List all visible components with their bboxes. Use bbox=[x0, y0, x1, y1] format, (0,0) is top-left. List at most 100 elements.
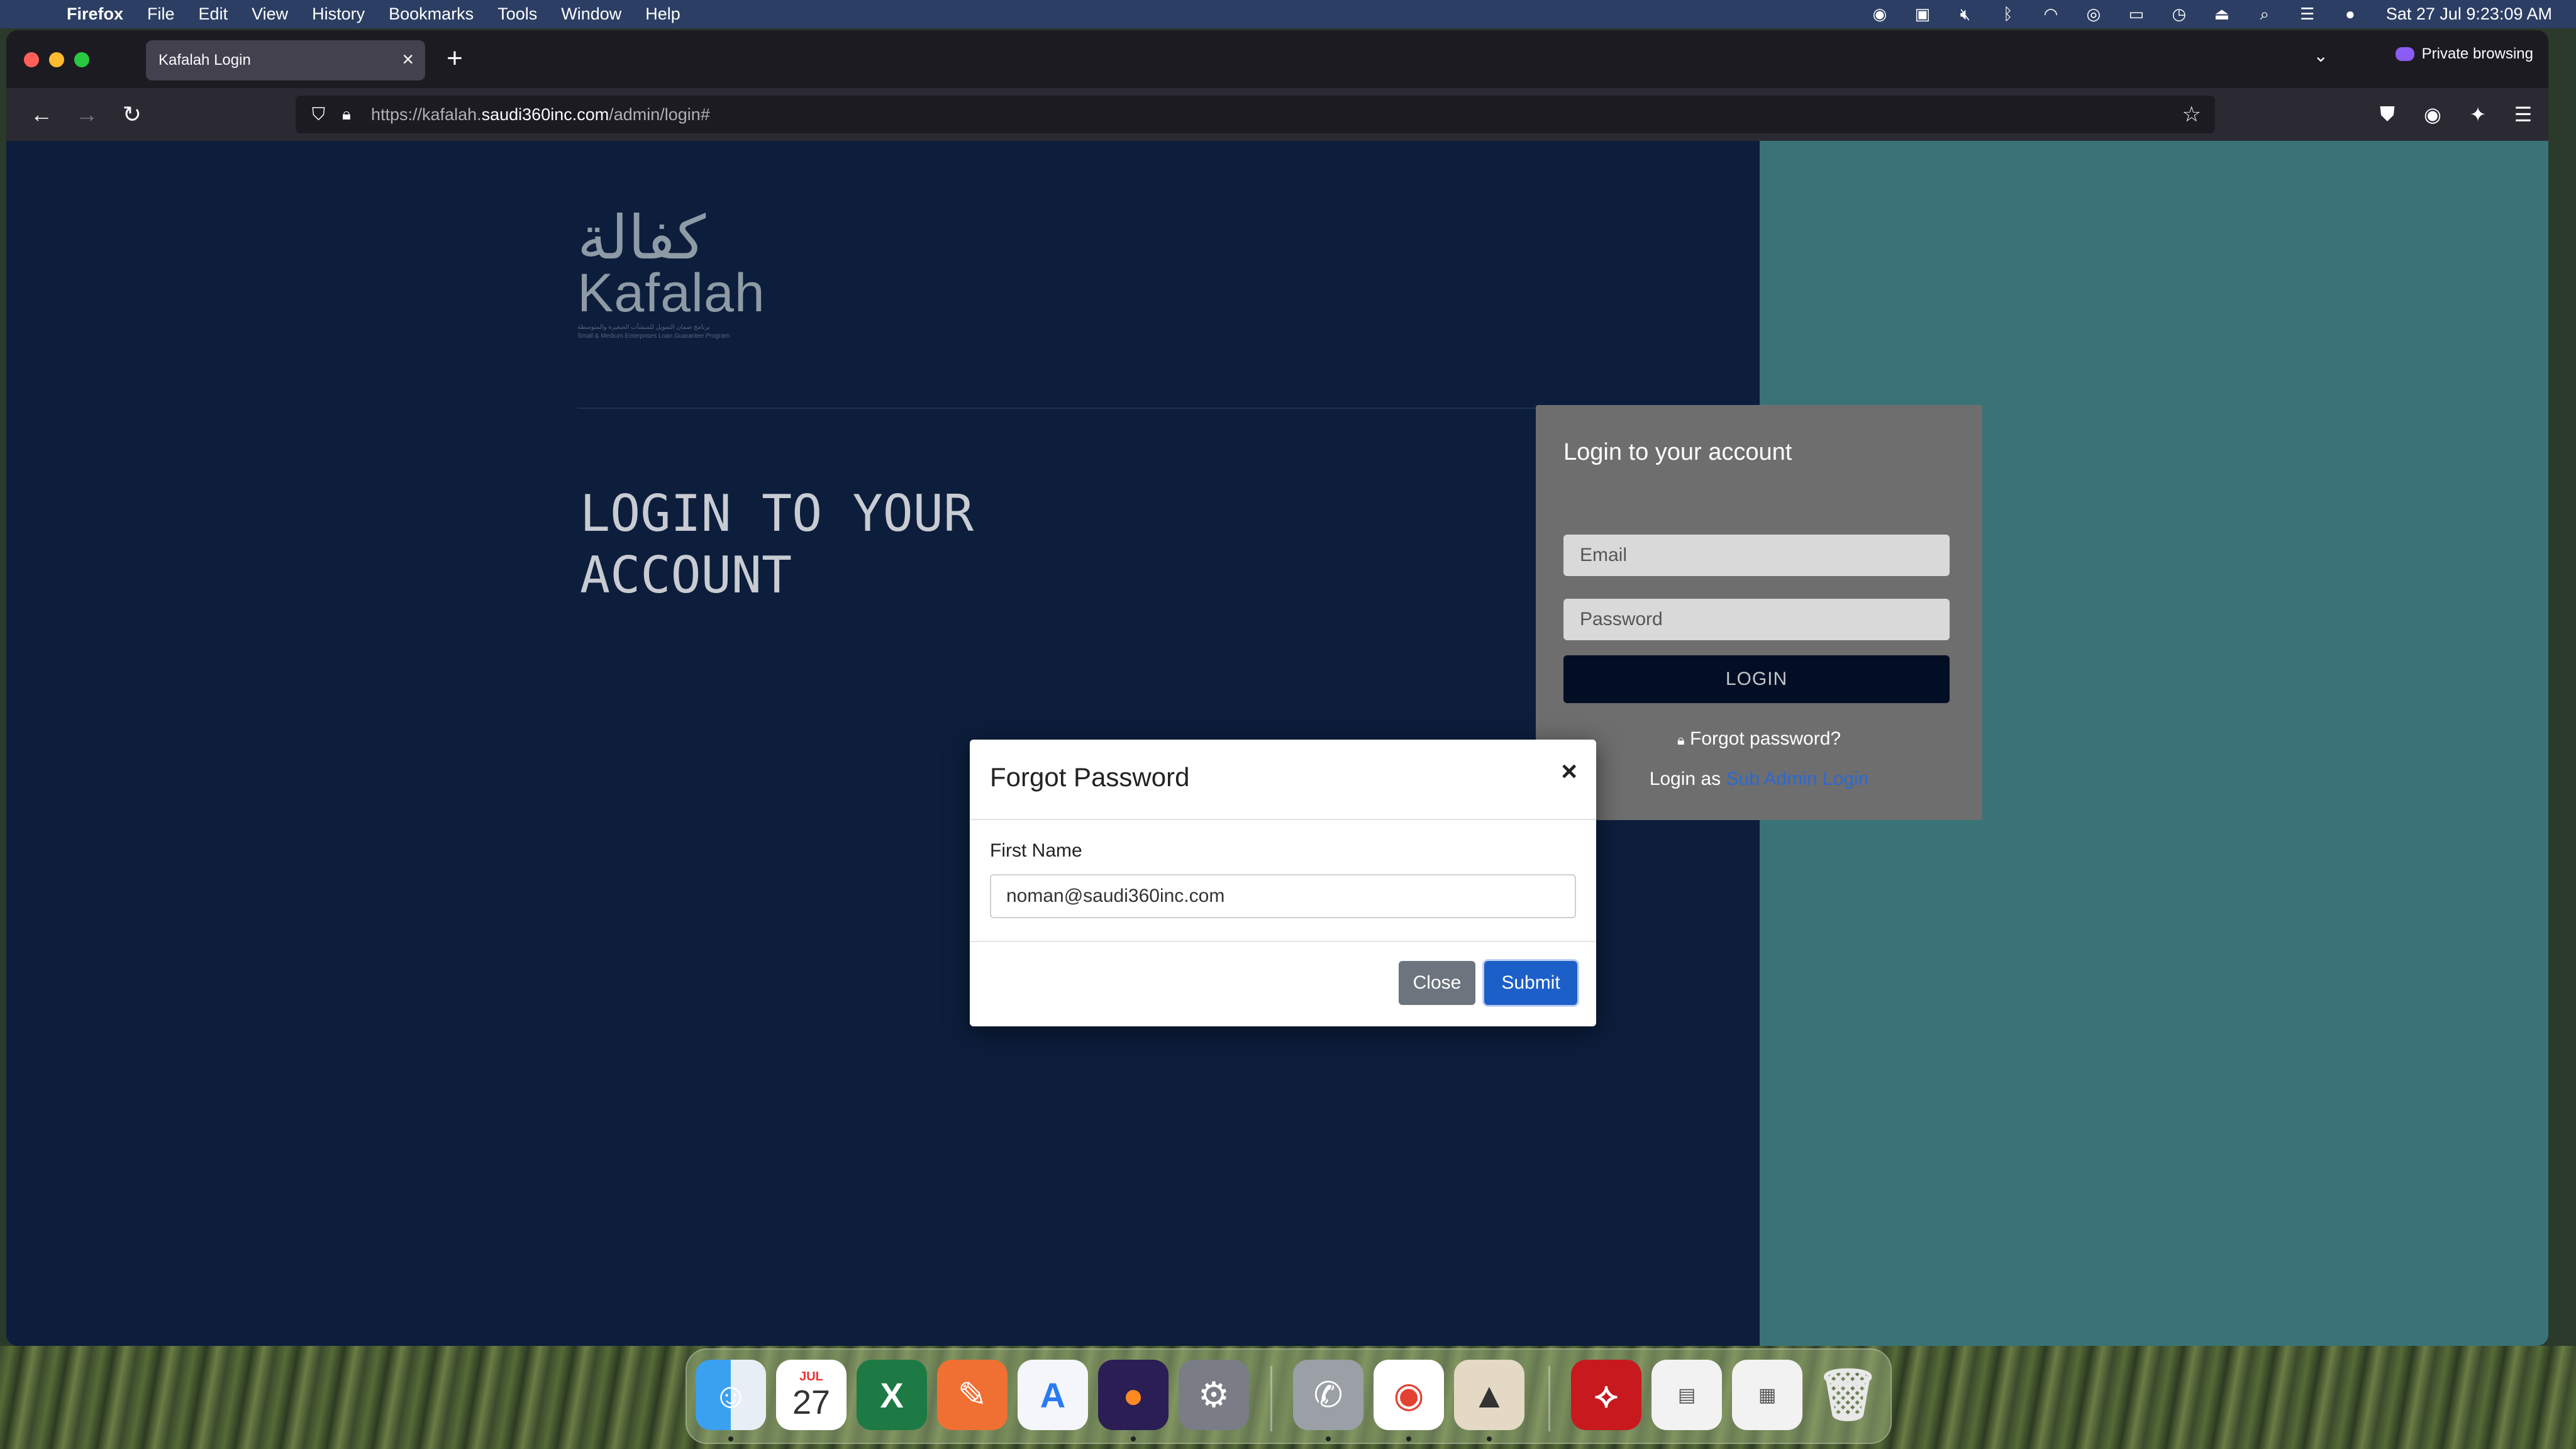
tab-bar: Kafalah Login × + ⌄ Private browsing bbox=[6, 30, 2548, 88]
forgot-password-label: Forgot password? bbox=[1689, 728, 1841, 749]
screen-recording-icon[interactable]: ◉ bbox=[1869, 4, 1890, 24]
kafalah-logo: كفالة Kafalah برنامج ضمان التمويل للمنشآ… bbox=[577, 206, 785, 357]
macos-dock: ☺ JUL 27 X ✎ A ● ⚙ ✆ ◉ ▲ ⟡ ▤ ▦ 🗑︎ bbox=[686, 1348, 1892, 1444]
firefox-icon[interactable]: ● bbox=[1098, 1360, 1169, 1430]
sub-admin-login-link[interactable]: Sub Admin Login bbox=[1726, 769, 1868, 789]
acrobat-icon[interactable]: ⟡ bbox=[1571, 1360, 1641, 1430]
menubar-clock[interactable]: Sat 27 Jul 9:23:09 AM bbox=[2386, 4, 2552, 24]
tab-title: Kafalah Login bbox=[158, 52, 251, 69]
display-icon[interactable]: ▭ bbox=[2126, 4, 2147, 24]
zoom-window-button[interactable] bbox=[74, 52, 89, 67]
modal-footer-divider bbox=[970, 941, 1596, 942]
calendar-month: JUL bbox=[799, 1369, 823, 1384]
menu-file[interactable]: File bbox=[147, 4, 175, 24]
menu-tools[interactable]: Tools bbox=[497, 4, 537, 24]
tab-kafalah-login[interactable]: Kafalah Login × bbox=[146, 40, 425, 80]
private-browsing-label: Private browsing bbox=[2421, 45, 2533, 62]
private-mask-icon bbox=[2395, 47, 2414, 61]
list-all-tabs-chevron-icon[interactable]: ⌄ bbox=[2314, 45, 2328, 66]
calendar-icon[interactable]: JUL 27 bbox=[776, 1360, 847, 1430]
chrome-icon[interactable]: ◉ bbox=[1374, 1360, 1444, 1430]
menu-edit[interactable]: Edit bbox=[199, 4, 228, 24]
new-tab-button[interactable]: + bbox=[439, 43, 470, 74]
hero-heading: LOGIN TO YOUR ACCOUNT bbox=[580, 483, 1146, 606]
calendar-day: 27 bbox=[792, 1383, 831, 1421]
logo-arabic-text: كفالة bbox=[577, 203, 706, 273]
browser-window: Kafalah Login × + ⌄ Private browsing ← →… bbox=[6, 30, 2548, 1346]
menu-help[interactable]: Help bbox=[645, 4, 680, 24]
logo-latin-text: Kafalah bbox=[577, 263, 765, 323]
back-arrow-icon[interactable]: ← bbox=[26, 99, 57, 130]
close-window-button[interactable] bbox=[24, 52, 39, 67]
forgot-password-link[interactable]: 🔒︎ Forgot password? bbox=[1536, 728, 1982, 750]
pages-icon[interactable]: ✎ bbox=[937, 1360, 1008, 1430]
forward-arrow-icon[interactable]: → bbox=[72, 99, 102, 130]
bluetooth-icon[interactable]: ᛒ bbox=[1997, 4, 2019, 24]
macos-menu-bar: Firefox File Edit View History Bookmarks… bbox=[0, 0, 2576, 28]
login-button[interactable]: LOGIN bbox=[1563, 655, 1950, 703]
tracking-protection-shield-icon[interactable]: ⛉ bbox=[312, 104, 331, 125]
forgot-password-modal: Forgot Password × First Name noman@saudi… bbox=[970, 740, 1596, 1026]
lock-small-icon: 🔒︎ bbox=[1677, 732, 1685, 748]
menubar-status-area: ◉ ▣ 🔇︎ ᛒ ◠ ◎ ▭ ◷ ⏏ ⌕ ☰ ● Sat 27 Jul 9:23… bbox=[1848, 0, 2552, 28]
menu-view[interactable]: View bbox=[252, 4, 288, 24]
app-running-dot bbox=[1487, 1436, 1492, 1441]
first-name-input[interactable]: noman@saudi360inc.com bbox=[990, 874, 1576, 918]
close-tab-icon[interactable]: × bbox=[402, 48, 414, 71]
time-machine-icon[interactable]: ◷ bbox=[2168, 4, 2190, 24]
document-thumbnail-icon[interactable]: ▤ bbox=[1652, 1360, 1722, 1430]
menu-bookmarks[interactable]: Bookmarks bbox=[389, 4, 474, 24]
login-card: Login to your account Email Password LOG… bbox=[1536, 405, 1982, 820]
document-thumbnail-icon-2[interactable]: ▦ bbox=[1732, 1360, 1802, 1430]
email-input[interactable]: Email bbox=[1563, 535, 1950, 576]
hamburger-menu-icon[interactable]: ☰ bbox=[2508, 99, 2538, 130]
trash-icon[interactable]: 🗑︎ bbox=[1813, 1360, 1883, 1430]
user-icon[interactable]: ◎ bbox=[2083, 4, 2104, 24]
url-bar[interactable]: ⛉ 🔒︎ https://kafalah.saudi360inc.com/adm… bbox=[296, 96, 2215, 133]
modal-submit-button[interactable]: Submit bbox=[1484, 961, 1577, 1005]
login-card-title: Login to your account bbox=[1563, 439, 1792, 465]
hero-line-1: LOGIN TO YOUR bbox=[580, 484, 974, 543]
notification-icon[interactable]: ▣ bbox=[1912, 4, 1933, 24]
finder-running-dot bbox=[728, 1436, 733, 1441]
sublime-like-icon[interactable]: ▲ bbox=[1454, 1360, 1524, 1430]
bookmark-star-icon[interactable]: ☆ bbox=[2182, 102, 2201, 127]
logo-subtitle-arabic: برنامج ضمان التمويل للمنشآت الصغيرة والم… bbox=[577, 324, 710, 331]
dock-separator bbox=[1270, 1366, 1272, 1431]
password-input[interactable]: Password bbox=[1563, 599, 1950, 640]
wifi-icon[interactable]: ◠ bbox=[2040, 4, 2062, 24]
modal-close-button[interactable]: Close bbox=[1399, 961, 1475, 1005]
lock-icon[interactable]: 🔒︎ bbox=[342, 104, 361, 125]
modal-close-x-icon[interactable]: × bbox=[1561, 756, 1577, 787]
menu-window[interactable]: Window bbox=[561, 4, 621, 24]
account-icon[interactable]: ◉ bbox=[2418, 99, 2448, 130]
logo-subtitle-english: Small & Medium Enterprises Loan Guarante… bbox=[577, 333, 730, 340]
hero-line-2: ACCOUNT bbox=[580, 546, 792, 604]
extensions-icon[interactable]: ✦ bbox=[2463, 99, 2493, 130]
control-center-icon[interactable]: ☰ bbox=[2297, 4, 2318, 24]
first-name-label: First Name bbox=[990, 840, 1082, 861]
menu-history[interactable]: History bbox=[312, 4, 365, 24]
siri-icon[interactable]: ● bbox=[2340, 4, 2361, 24]
url-text[interactable]: https://kafalah.saudi360inc.com/admin/lo… bbox=[371, 105, 710, 125]
eject-icon[interactable]: ⏏ bbox=[2211, 4, 2233, 24]
private-browsing-indicator: Private browsing bbox=[2395, 45, 2533, 63]
search-icon[interactable]: ⌕ bbox=[2254, 4, 2275, 24]
whatsapp-icon[interactable]: ✆ bbox=[1293, 1360, 1363, 1430]
web-page: كفالة Kafalah برنامج ضمان التمويل للمنشآ… bbox=[6, 141, 2548, 1346]
finder-icon[interactable]: ☺ bbox=[696, 1360, 766, 1430]
menu-app-name[interactable]: Firefox bbox=[67, 4, 123, 24]
login-as-prefix: Login as bbox=[1649, 769, 1726, 789]
pocket-icon[interactable]: ⛊ bbox=[2372, 99, 2402, 130]
minimize-window-button[interactable] bbox=[49, 52, 64, 67]
login-as-line: Login as Sub Admin Login bbox=[1536, 769, 1982, 790]
modal-header-divider bbox=[970, 819, 1596, 820]
firefox-running-dot bbox=[1131, 1436, 1136, 1441]
reload-icon[interactable]: ↻ bbox=[117, 99, 147, 130]
whatsapp-running-dot bbox=[1326, 1436, 1331, 1441]
system-settings-gear-icon[interactable]: ⚙ bbox=[1179, 1360, 1249, 1430]
excel-icon[interactable]: X bbox=[857, 1360, 927, 1430]
app-store-icon[interactable]: A bbox=[1018, 1360, 1088, 1430]
volume-muted-icon[interactable]: 🔇︎ bbox=[1955, 4, 1976, 24]
dock-separator-2 bbox=[1548, 1366, 1550, 1431]
